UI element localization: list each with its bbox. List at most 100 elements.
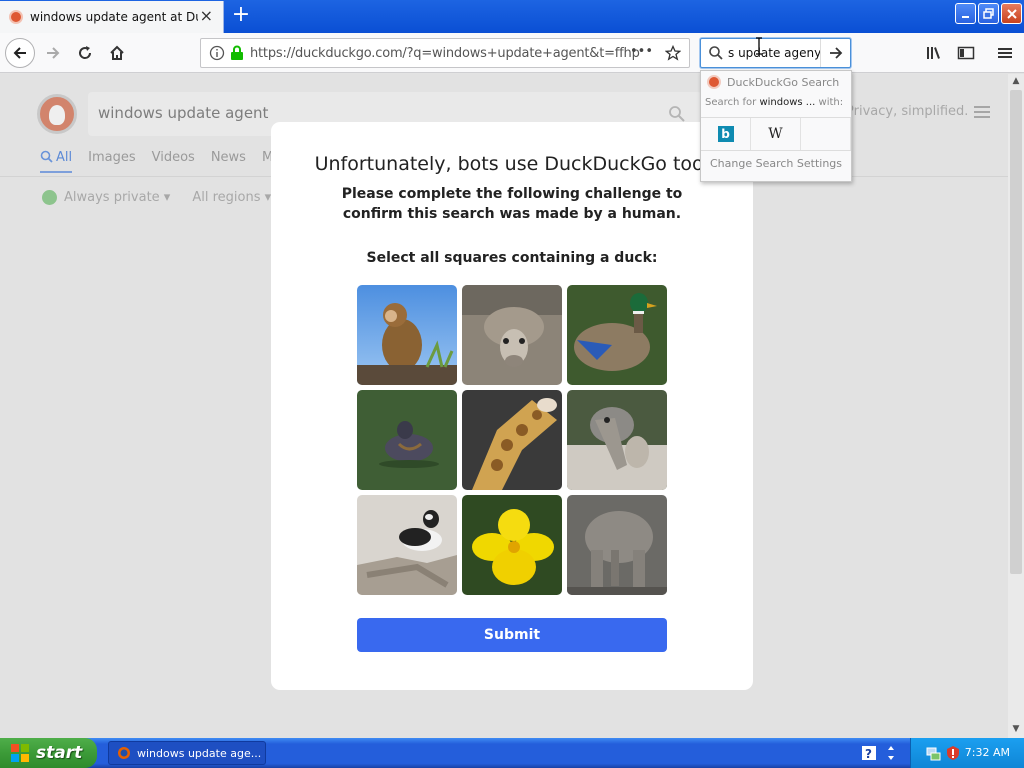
page-menu-icon[interactable]	[974, 106, 990, 118]
bing-icon: b	[717, 126, 734, 142]
tile-bufflehead-duck[interactable]	[357, 495, 457, 595]
taskbar: start windows update age... ? 7:32 AM	[0, 738, 1024, 768]
tile-duck-in-water[interactable]	[357, 390, 457, 490]
address-bar[interactable]: https://duckduckgo.com/?q=windows+update…	[200, 38, 690, 68]
donkey-image	[462, 285, 562, 385]
help-icon[interactable]: ?	[862, 746, 876, 760]
tab-all-label: All	[56, 150, 73, 165]
tile-mallard-duck[interactable]	[567, 285, 667, 385]
tile-elephant[interactable]	[567, 495, 667, 595]
tab-active[interactable]: windows update agent at DuckDuckGo ×	[0, 1, 224, 33]
tab-news[interactable]: News	[211, 150, 246, 173]
back-button[interactable]	[5, 38, 35, 68]
tile-giraffe[interactable]	[462, 390, 562, 490]
tab-title: windows update agent at DuckDuckGo	[30, 10, 198, 24]
tile-camel[interactable]	[567, 390, 667, 490]
tile-yellow-flower[interactable]	[462, 495, 562, 595]
taskbar-window-firefox[interactable]: windows update age...	[108, 741, 266, 765]
camel-image	[567, 390, 667, 490]
security-shield-icon[interactable]	[945, 745, 961, 761]
search-box[interactable]: s update ageny	[700, 38, 851, 68]
svg-text:?: ?	[865, 747, 872, 760]
challenge-prompt: Select all squares containing a duck:	[366, 250, 658, 266]
reload-icon	[79, 46, 92, 59]
clock[interactable]: 7:32 AM	[965, 746, 1010, 759]
tab-close-icon[interactable]: ×	[200, 8, 213, 24]
url-text: https://duckduckgo.com/?q=windows+update…	[250, 45, 640, 61]
always-private-filter[interactable]: Always private ▾	[42, 190, 170, 205]
engine-wikipedia[interactable]: W	[751, 118, 801, 150]
region-filter[interactable]: All regions ▾	[192, 190, 271, 205]
duck-in-water-image	[357, 390, 457, 490]
bookmark-star-icon[interactable]	[665, 45, 681, 61]
open-menu-button[interactable]	[991, 39, 1019, 67]
close-window-button[interactable]	[1001, 3, 1022, 24]
giraffe-image	[462, 390, 562, 490]
image-grid	[357, 285, 667, 595]
reload-button[interactable]	[71, 39, 99, 67]
scrollbar-thumb[interactable]	[1010, 90, 1022, 574]
search-input[interactable]: s update ageny	[728, 46, 820, 60]
network-icon[interactable]	[925, 745, 941, 761]
challenge-title: Unfortunately, bots use DuckDuckGo too.	[314, 153, 710, 175]
submit-button[interactable]: Submit	[357, 618, 667, 652]
browser-titlebar: windows update agent at DuckDuckGo × +	[0, 0, 1024, 33]
search-engine-row[interactable]: DuckDuckGo Search	[701, 71, 851, 93]
tile-monkey[interactable]	[357, 285, 457, 385]
text-cursor-icon	[756, 37, 762, 55]
forward-button[interactable]	[39, 39, 67, 67]
duckduckgo-logo[interactable]	[37, 94, 77, 134]
sidebar-button[interactable]	[952, 39, 980, 67]
sidebar-icon	[957, 46, 975, 60]
tab-videos[interactable]: Videos	[152, 150, 195, 173]
change-search-settings-link[interactable]: Change Search Settings	[701, 157, 851, 170]
home-button[interactable]	[103, 39, 131, 67]
minimize-icon	[961, 16, 969, 18]
filters-row: Always private ▾ All regions ▾	[42, 190, 271, 205]
tab-images[interactable]: Images	[88, 150, 136, 173]
info-icon[interactable]	[209, 45, 225, 61]
start-label: start	[36, 743, 83, 763]
challenge-subtitle: Please complete the following challenge …	[341, 186, 683, 222]
always-private-label: Always private ▾	[64, 190, 171, 205]
restore-button[interactable]	[978, 3, 999, 24]
search-icon	[709, 46, 723, 60]
yellow-flower-image	[462, 495, 562, 595]
engine-bing[interactable]: b	[701, 118, 751, 150]
tile-donkey[interactable]	[462, 285, 562, 385]
elephant-image	[567, 495, 667, 595]
one-off-engines: b W	[701, 117, 851, 151]
search-go-button[interactable]	[820, 39, 850, 67]
start-button[interactable]: start	[0, 738, 97, 768]
arrows-icon[interactable]	[886, 745, 896, 761]
engine-empty-slot	[801, 118, 851, 150]
secure-lock-icon	[231, 45, 243, 60]
page-search-query: windows update agent	[98, 104, 269, 122]
page-search-icon[interactable]	[668, 105, 686, 123]
taskbar-window-label: windows update age...	[137, 746, 262, 760]
search-for-suffix: with:	[815, 97, 844, 108]
nav-toolbar: https://duckduckgo.com/?q=windows+update…	[0, 33, 1024, 73]
tab-all[interactable]: All	[40, 150, 73, 173]
restore-icon	[982, 8, 994, 19]
tab-search-icon	[40, 150, 53, 163]
vertical-scrollbar[interactable]: ▲ ▼	[1008, 74, 1024, 738]
back-arrow-icon	[13, 47, 26, 59]
forward-arrow-icon	[47, 47, 60, 59]
minimize-button[interactable]	[955, 3, 976, 24]
go-arrow-icon	[829, 47, 842, 59]
search-suggestions-dropdown: DuckDuckGo Search Search for windows ...…	[700, 70, 852, 182]
result-tabs: All Images Videos News M	[40, 150, 273, 173]
scroll-up-icon[interactable]: ▲	[1010, 76, 1022, 88]
duckduckgo-favicon-icon	[9, 10, 23, 24]
page-actions-icon[interactable]: •••	[630, 44, 653, 59]
library-button[interactable]	[920, 39, 948, 67]
wikipedia-icon: W	[768, 126, 783, 142]
scroll-down-icon[interactable]: ▼	[1010, 724, 1022, 736]
windows-flag-icon	[11, 744, 29, 762]
bot-challenge-modal: Unfortunately, bots use DuckDuckGo too. …	[271, 122, 753, 690]
new-tab-button[interactable]: +	[230, 4, 252, 28]
home-icon	[110, 45, 124, 60]
hamburger-menu-icon	[998, 48, 1012, 58]
search-for-row: Search for windows ... with:	[705, 97, 843, 108]
